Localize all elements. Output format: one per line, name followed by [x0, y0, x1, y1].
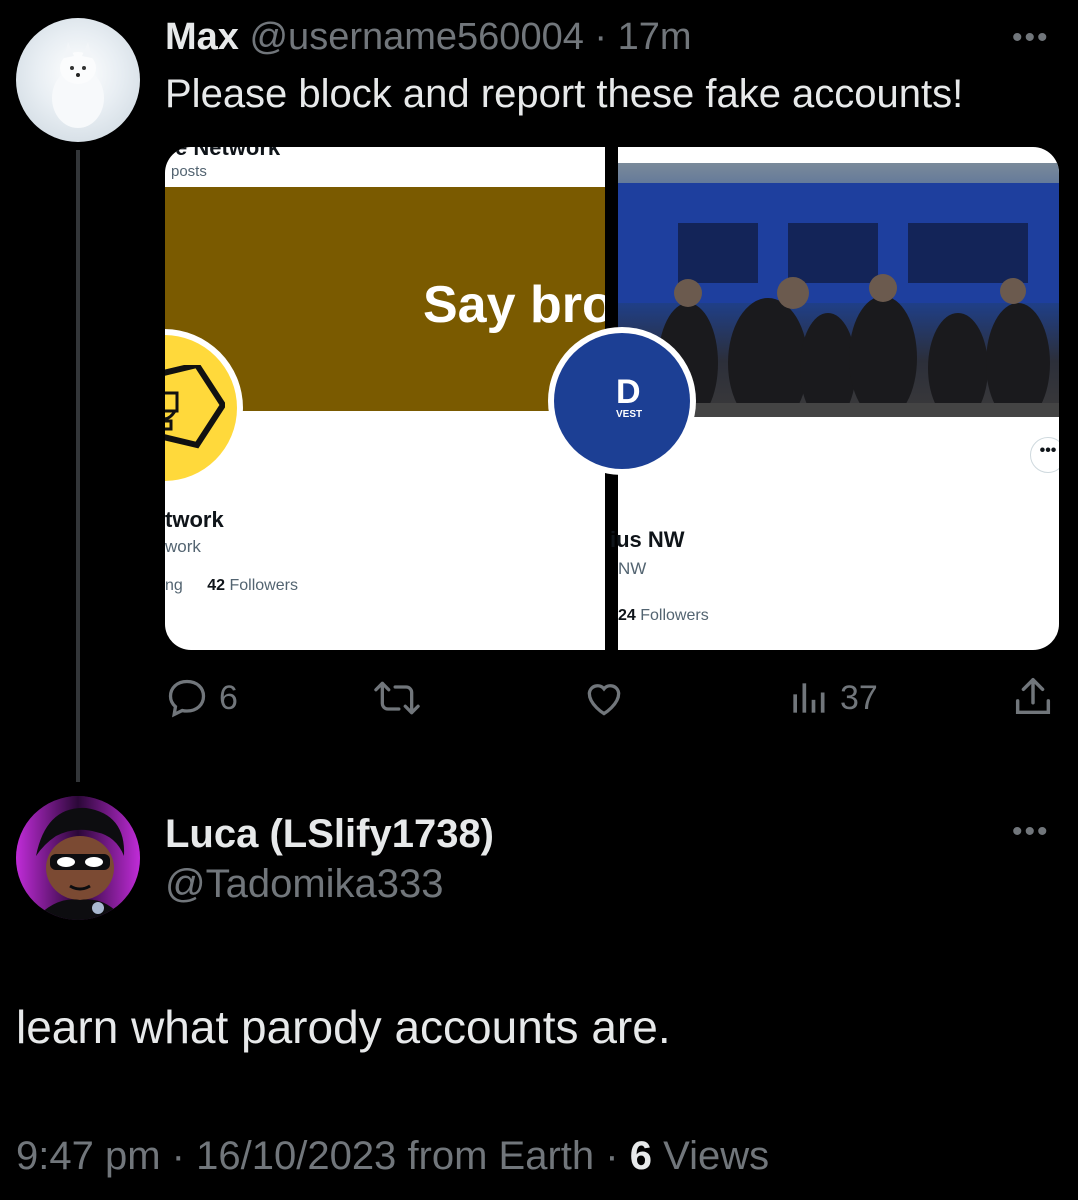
left-card-handle: work	[165, 537, 201, 556]
retweet-icon	[374, 681, 420, 715]
reply-views-label: Views	[663, 1134, 770, 1178]
reply-button[interactable]: 6	[165, 676, 238, 720]
right-avatar-subtext: VEST	[616, 409, 643, 420]
right-avatar-text: D	[616, 373, 641, 411]
banner-text: Say bro	[423, 276, 614, 334]
cartoon-avatar-image	[16, 796, 140, 920]
share-icon	[1015, 678, 1051, 715]
right-card-more-button[interactable]: •••	[1030, 437, 1059, 473]
thread-line	[76, 150, 80, 782]
user-handle[interactable]: @username560004	[249, 16, 583, 58]
right-card-stats: 24 Followers	[618, 607, 709, 625]
heart-icon	[587, 684, 621, 716]
reply-views-count: 6	[629, 1134, 652, 1178]
time-separator: ·	[594, 16, 608, 58]
reply-handle[interactable]: @Tadomika333	[165, 862, 444, 907]
analytics-icon	[793, 683, 825, 713]
right-followers-count: 24	[618, 607, 636, 624]
meta-separator-1: ·	[171, 1134, 185, 1178]
meta-separator-2: ·	[605, 1134, 619, 1178]
avatar-luca[interactable]	[16, 796, 140, 920]
views-button[interactable]: 37	[786, 676, 878, 720]
reply-icon	[168, 679, 206, 718]
left-card-stats: ng 42 Followers	[165, 577, 298, 595]
reply-meta: 9:47 pm · 16/10/2023 from Earth · 6 View…	[16, 1134, 769, 1179]
right-card-name: ius NW	[610, 527, 685, 552]
share-button[interactable]	[1010, 674, 1056, 720]
left-followers-label: Followers	[229, 577, 298, 594]
reply-more-icon[interactable]: •••	[1012, 817, 1050, 847]
reply-text: learn what parody accounts are.	[16, 1001, 671, 1053]
left-followers-count: 42	[207, 577, 226, 594]
display-name[interactable]: Max	[165, 16, 239, 58]
reply-source: from Earth	[407, 1134, 595, 1178]
avatar-max[interactable]	[16, 18, 140, 142]
toilet-icon	[165, 365, 225, 449]
reply-count: 6	[219, 678, 238, 717]
more-icon[interactable]: •••	[1012, 23, 1050, 53]
views-count: 37	[840, 678, 878, 717]
left-card-posts: posts	[171, 163, 207, 180]
left-profile-screenshot[interactable]: e Network posts Say bro ••• twork work n…	[165, 147, 614, 650]
following-fragment: ng	[165, 577, 183, 594]
reply-display-name[interactable]: Luca (LSlify1738)	[165, 812, 494, 857]
arctic-fox-image	[52, 42, 104, 128]
reply-time[interactable]: 9:47 pm	[16, 1134, 161, 1178]
tweet-time[interactable]: 17m	[618, 16, 692, 58]
left-card-top-title: e Network	[175, 147, 281, 160]
retweet-button[interactable]	[372, 676, 422, 720]
right-profile-screenshot[interactable]: D VEST ••• ius NW NW 24 Followers	[548, 147, 1059, 650]
tweet-media[interactable]: e Network posts Say bro ••• twork work n…	[165, 147, 1059, 650]
left-card-name: twork	[165, 507, 224, 532]
tweet-header: Max @username560004 · 17m	[165, 16, 692, 59]
tweet-text: Please block and report these fake accou…	[165, 72, 964, 116]
right-card-avatar: D VEST	[548, 327, 696, 475]
right-followers-label: Followers	[640, 607, 709, 624]
reply-date[interactable]: 16/10/2023	[196, 1134, 396, 1178]
right-card-handle: NW	[618, 559, 647, 578]
like-button[interactable]	[581, 676, 627, 720]
